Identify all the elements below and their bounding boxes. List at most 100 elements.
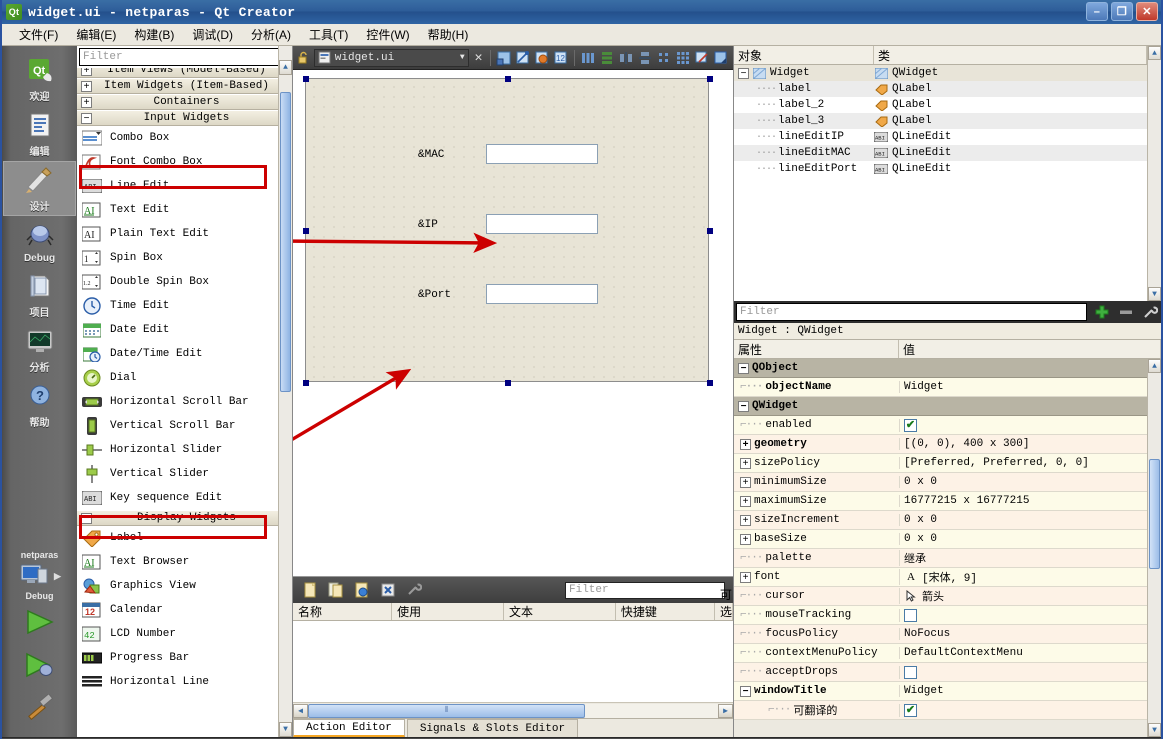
property-expander[interactable]: + [740, 476, 751, 488]
mode-item-项目[interactable]: 项目 [3, 267, 76, 322]
selection-handle-7[interactable] [707, 380, 713, 386]
lock-open-icon[interactable] [297, 49, 311, 67]
property-value[interactable]: DefaultContextMenu [904, 647, 1023, 659]
property-value[interactable]: 0 x 0 [904, 476, 937, 488]
menu-item-6[interactable]: 控件(W) [357, 24, 418, 45]
scroll-up-icon[interactable]: ▲ [279, 60, 292, 75]
widget-item-progress-bar[interactable]: Progress Bar [77, 646, 292, 670]
category-expander[interactable]: + [81, 81, 92, 92]
hscrollbar-track[interactable] [585, 703, 718, 718]
action-editor-rows[interactable] [293, 621, 733, 702]
category-expander[interactable]: + [81, 68, 92, 76]
property-group-QWidget[interactable]: − QWidget [734, 397, 1147, 416]
edit-tab-order-icon[interactable]: 12 [553, 49, 569, 67]
run-button[interactable] [22, 608, 58, 639]
selection-handle-3[interactable] [303, 228, 309, 234]
minus-icon[interactable] [1117, 303, 1135, 321]
action-column-0[interactable]: 名称 [293, 603, 393, 620]
property-row-可翻译的[interactable]: ⌐··· 可翻译的 ✔ [734, 701, 1147, 720]
widget-item-graphics-view[interactable]: Graphics View [77, 574, 292, 598]
widget-category-item-widgets-(item-based)[interactable]: + Item Widgets (Item-Based) [77, 78, 292, 94]
property-value[interactable]: NoFocus [904, 628, 950, 640]
scroll-up-icon[interactable]: ▲ [1148, 359, 1161, 373]
property-editor-scrollbar[interactable]: ▲ ▼ [1147, 359, 1161, 737]
selection-handle-1[interactable] [505, 76, 511, 82]
menu-item-5[interactable]: 工具(T) [300, 24, 357, 45]
property-value[interactable]: 0 x 0 [904, 514, 937, 526]
property-value[interactable]: Widget [904, 381, 944, 393]
object-row-lineEditMAC[interactable]: ···· lineEditMAC ABI QLineEdit [734, 145, 1147, 161]
form-label-label[interactable]: &MAC [418, 149, 444, 161]
widget-item-lcd-number[interactable]: 42 LCD Number [77, 622, 292, 646]
edit-action-icon[interactable] [353, 581, 371, 599]
scroll-down-icon[interactable]: ▼ [1148, 287, 1161, 301]
mode-item-编辑[interactable]: 编辑 [3, 106, 76, 161]
action-column-2[interactable]: 文本 [504, 603, 616, 620]
widget-item-spin-box[interactable]: 1 Spin Box [77, 246, 292, 270]
scroll-down-icon[interactable]: ▼ [1148, 723, 1161, 737]
property-expander[interactable]: + [740, 533, 751, 545]
property-filter-input[interactable]: Filter [736, 303, 1087, 321]
scroll-right-icon[interactable]: ▶ [718, 703, 733, 718]
widget-item-plain-text-edit[interactable]: AI Plain Text Edit [77, 222, 292, 246]
menu-item-4[interactable]: 分析(A) [242, 24, 300, 45]
menu-item-3[interactable]: 调试(D) [183, 24, 242, 45]
design-canvas[interactable]: &MAC &IP &Port [293, 70, 733, 577]
property-row-palette[interactable]: ⌐··· palette 继承 [734, 549, 1147, 568]
property-value[interactable]: Widget [904, 685, 944, 697]
widget-item-combo-box[interactable]: Combo Box [77, 126, 292, 150]
layout-vertically-icon[interactable] [599, 49, 615, 67]
selection-handle-6[interactable] [505, 380, 511, 386]
property-row-cursor[interactable]: ⌐··· cursor 箭头 [734, 587, 1147, 606]
widget-item-horizontal-line[interactable]: Horizontal Line [77, 670, 292, 694]
property-checkbox[interactable]: ✔ [904, 703, 917, 717]
property-row-minimumSize[interactable]: + minimumSize 0 x 0 [734, 473, 1147, 492]
scrollbar-thumb[interactable] [280, 92, 291, 392]
property-row-contextMenuPolicy[interactable]: ⌐··· contextMenuPolicy DefaultContextMenu [734, 644, 1147, 663]
property-row-mouseTracking[interactable]: ⌐··· mouseTracking [734, 606, 1147, 625]
widget-item-date-edit[interactable]: Date Edit [77, 318, 292, 342]
widget-category-display-widgets[interactable]: − Display Widgets [77, 510, 292, 526]
action-column-3[interactable]: 快捷键 [616, 603, 715, 620]
selection-handle-5[interactable] [303, 380, 309, 386]
edit-widgets-icon[interactable] [496, 49, 512, 67]
property-row-geometry[interactable]: + geometry [(0, 0), 400 x 300] [734, 435, 1147, 454]
object-inspector-rows[interactable]: − Widget QWidget ···· label QLabel ···· label_2… [734, 65, 1147, 301]
widget-category-containers[interactable]: + Containers [77, 94, 292, 110]
property-row-sizeIncrement[interactable]: + sizeIncrement 0 x 0 [734, 511, 1147, 530]
tab-action-editor[interactable]: Action Editor [293, 719, 405, 737]
copy-action-icon[interactable] [327, 581, 345, 599]
break-layout-icon[interactable] [694, 49, 710, 67]
action-column-4[interactable]: 可选的 [715, 588, 734, 636]
property-expander[interactable]: − [740, 685, 751, 697]
widget-item-text-browser[interactable]: AI Text Browser [77, 550, 292, 574]
delete-action-icon[interactable] [379, 581, 397, 599]
property-row-enabled[interactable]: ⌐··· enabled ✔ [734, 416, 1147, 435]
configure-icon[interactable] [405, 581, 423, 599]
layout-form-icon[interactable] [656, 49, 672, 67]
close-document-icon[interactable]: ✕ [472, 49, 486, 67]
widget-box-list[interactable]: + Item Views (Model-Based) + Item Widgets (… [77, 68, 292, 737]
chevron-down-icon[interactable]: ▼ [460, 53, 465, 62]
form-label-label_2[interactable]: &IP [418, 219, 438, 231]
property-value[interactable]: [(0, 0), 400 x 300] [904, 438, 1029, 450]
widget-item-time-edit[interactable]: Time Edit [77, 294, 292, 318]
kit-selector-button[interactable]: ▶ [18, 561, 61, 591]
group-expander[interactable]: − [738, 400, 749, 412]
plus-icon[interactable] [1093, 303, 1111, 321]
object-row-Widget[interactable]: − Widget QWidget [734, 65, 1147, 81]
widget-item-horizontal-slider[interactable]: Horizontal Slider [77, 438, 292, 462]
category-expander[interactable]: − [81, 513, 92, 524]
widget-item-date-time-edit[interactable]: Date/Time Edit [77, 342, 292, 366]
tree-expander[interactable]: − [738, 67, 749, 79]
form-label-label_3[interactable]: &Port [418, 289, 451, 301]
mode-item-设计[interactable]: 设计 [3, 161, 76, 216]
tab-signals-slots-editor[interactable]: Signals & Slots Editor [406, 719, 579, 737]
property-row-windowTitle[interactable]: − windowTitle Widget [734, 682, 1147, 701]
object-row-lineEditIP[interactable]: ···· lineEditIP ABI QLineEdit [734, 129, 1147, 145]
action-column-1[interactable]: 使用 [392, 603, 504, 620]
object-inspector-scrollbar[interactable]: ▲ ▼ [1147, 46, 1161, 301]
layout-horizontally-icon[interactable] [580, 49, 596, 67]
property-expander[interactable]: + [740, 438, 751, 450]
scroll-left-icon[interactable]: ◀ [293, 703, 308, 718]
